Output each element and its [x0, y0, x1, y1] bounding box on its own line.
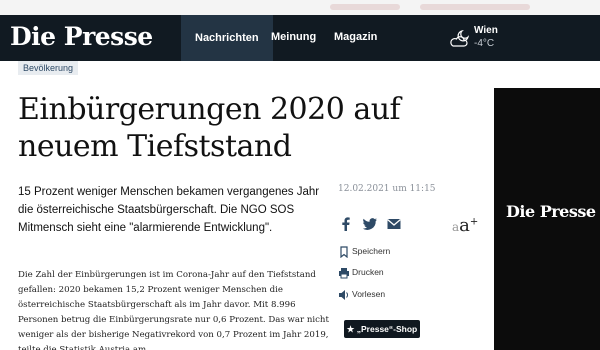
- print-icon: [339, 268, 349, 279]
- blurred-bar: [330, 4, 400, 10]
- nav-item-magazin[interactable]: Magazin: [334, 31, 377, 43]
- nav-item-meinung[interactable]: Meinung: [271, 31, 316, 43]
- facebook-icon[interactable]: [338, 216, 354, 232]
- font-size-control[interactable]: aa+: [452, 215, 478, 236]
- read-aloud-label: Vorlesen: [352, 289, 386, 299]
- font-increase-button[interactable]: a: [459, 215, 470, 236]
- bookmark-icon: [340, 246, 348, 258]
- nav-item-nachrichten[interactable]: Nachrichten: [181, 15, 273, 61]
- weather-city: Wien: [474, 25, 498, 36]
- advertisement[interactable]: Die Presse: [494, 88, 600, 350]
- article-headline: Einbürgerungen 2020 auf neuem Tiefststan…: [18, 92, 401, 164]
- article-body: Die Zahl der Einbürgerungen ist im Coron…: [18, 270, 329, 350]
- article-lead: 15 Prozent weniger Menschen bekamen verg…: [18, 186, 320, 234]
- speaker-icon: [339, 290, 349, 300]
- weather-temperature: -4°C: [474, 38, 495, 49]
- site-logo[interactable]: Die Presse: [10, 22, 153, 51]
- article-content: Bevölkerung Einbürgerungen 2020 auf neue…: [0, 61, 490, 350]
- twitter-icon[interactable]: [362, 216, 378, 232]
- site-header: Die Presse Nachrichten Meinung Magazin W…: [0, 15, 600, 61]
- category-tag[interactable]: Bevölkerung: [18, 61, 79, 75]
- font-plus-sign: +: [469, 216, 479, 228]
- article-date: 12.02.2021 um 11:15: [338, 184, 436, 194]
- email-icon[interactable]: [386, 216, 402, 232]
- cloud-moon-icon: [450, 29, 470, 47]
- shop-button[interactable]: ★ „Presse“-Shop: [344, 320, 420, 338]
- blurred-bar: [420, 4, 530, 10]
- shop-label: „Presse“-Shop: [356, 324, 418, 334]
- star-icon: ★: [346, 324, 355, 334]
- ad-logo: Die Presse: [506, 202, 596, 221]
- print-label: Drucken: [352, 267, 384, 277]
- browser-top-strip: [0, 0, 600, 15]
- save-label: Speichern: [352, 246, 391, 256]
